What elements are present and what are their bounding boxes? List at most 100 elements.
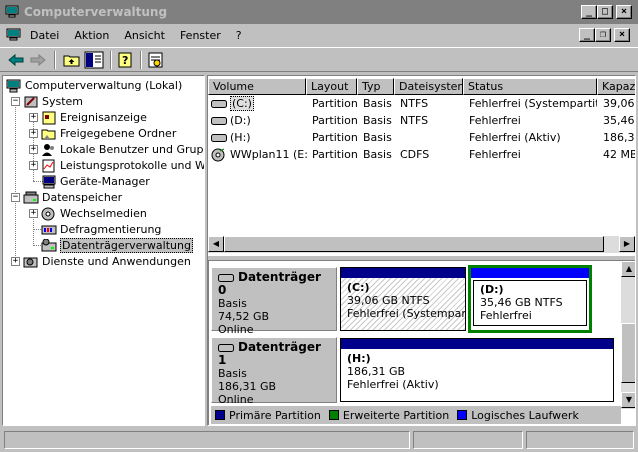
title-bar[interactable]: Computerverwaltung _ □ ×	[0, 0, 638, 24]
partition-size: 39,06 GB NTFS	[347, 294, 430, 307]
doc-close-button[interactable]: ×	[614, 28, 630, 42]
tree-expand-shared-folders[interactable]: +	[29, 129, 38, 138]
scroll-down-icon[interactable]: ▼	[621, 392, 635, 408]
minimize-button[interactable]: _	[581, 5, 597, 19]
column-header-volume[interactable]: Volume	[208, 78, 306, 95]
back-arrow-icon[interactable]	[6, 51, 26, 69]
table-row[interactable]: (H:) Partition Basis Fehlerfrei (Aktiv) …	[208, 129, 635, 146]
tree-item-services-applications[interactable]: Dienste und Anwendungen	[23, 254, 191, 270]
partition-h[interactable]: (H:) 186,31 GB Fehlerfrei (Aktiv)	[340, 338, 614, 402]
tree-expand-performance-logs[interactable]: +	[29, 161, 38, 170]
primary-partition-bar	[341, 339, 613, 349]
column-header-layout[interactable]: Layout	[306, 78, 357, 95]
removable-media-icon	[41, 207, 55, 221]
status-cell: Fehlerfrei	[469, 148, 521, 161]
tree-item-removable-media[interactable]: Wechselmedien	[41, 206, 147, 222]
forward-arrow-icon[interactable]	[28, 51, 48, 69]
tree-item-storage[interactable]: Datenspeicher	[23, 190, 122, 206]
status-cell: Fehlerfrei	[469, 114, 521, 127]
type-cell: Basis	[363, 97, 392, 110]
tree-expand-local-users[interactable]: +	[29, 145, 38, 154]
disk-state: Online	[218, 323, 254, 336]
close-button[interactable]: ×	[616, 5, 632, 19]
properties-icon[interactable]	[146, 51, 166, 69]
scroll-thumb[interactable]	[224, 236, 604, 252]
tree-collapse-storage[interactable]: −	[11, 193, 20, 202]
partition-legend: Primäre Partition Erweiterte Partition L…	[211, 406, 621, 424]
show-hide-tree-icon[interactable]	[84, 51, 104, 69]
shared-folder-icon	[41, 129, 56, 140]
services-icon	[23, 257, 38, 268]
capacity-cell: 186,31 GB	[603, 131, 635, 144]
tree-label: Defragmentierung	[60, 223, 162, 236]
scroll-up-icon[interactable]: ▲	[621, 261, 635, 277]
filesystem-cell: NTFS	[400, 114, 429, 127]
menu-fenster[interactable]: Fenster	[180, 29, 221, 42]
tree-item-performance-logs[interactable]: Leistungsprotokolle und Warnungen	[41, 158, 204, 174]
defragment-icon	[41, 225, 57, 235]
table-row[interactable]: (C:) Partition Basis NTFS Fehlerfrei (Sy…	[208, 95, 635, 112]
disk-graphic-view[interactable]: Datenträger 0 Basis 74,52 GB Online (C:)…	[208, 260, 635, 425]
tree-collapse-system[interactable]: −	[11, 97, 20, 106]
performance-logs-icon	[42, 159, 55, 173]
tree-item-local-users-groups[interactable]: Lokale Benutzer und Gruppen	[41, 142, 204, 158]
tree-item-system[interactable]: System	[23, 94, 83, 110]
tree-label: System	[42, 95, 84, 108]
disk-1-label[interactable]: Datenträger 1 Basis 186,31 GB Online	[211, 337, 337, 406]
tree-item-disk-management[interactable]: Datenträgerverwaltung	[41, 238, 193, 254]
column-header-filesystem[interactable]: Dateisystem	[394, 78, 463, 95]
disk-size: 74,52 GB	[218, 310, 270, 323]
doc-restore-button[interactable]: ❐	[595, 28, 611, 42]
tree-item-device-manager[interactable]: Geräte-Manager	[41, 174, 150, 190]
partition-c[interactable]: (C:) 39,06 GB NTFS Fehlerfrei (Systempar…	[340, 267, 466, 331]
console-tree[interactable]: Computerverwaltung (Lokal) − System + Er…	[2, 75, 205, 426]
table-row[interactable]: WWplan11 (E:) Partition Basis CDFS Fehle…	[208, 146, 635, 163]
window-title: Computerverwaltung	[24, 5, 168, 19]
svg-text:?: ?	[122, 54, 128, 67]
doc-minimize-button[interactable]: _	[579, 28, 595, 42]
vertical-scrollbar[interactable]: ▲ ▼	[621, 261, 635, 409]
menu-aktion[interactable]: Aktion	[74, 29, 109, 42]
legend-label: Primäre Partition	[229, 408, 321, 422]
horizontal-scrollbar[interactable]: ◀ ▶	[208, 236, 635, 253]
scroll-thumb[interactable]	[621, 323, 635, 383]
partition-d[interactable]: (D:) 35,46 GB NTFS Fehlerfrei	[468, 265, 592, 333]
maximize-button[interactable]: □	[597, 5, 613, 19]
partition-name: (C:)	[347, 281, 370, 294]
disk-0-label[interactable]: Datenträger 0 Basis 74,52 GB Online	[211, 267, 337, 336]
partition-status: Fehlerfrei (Aktiv)	[347, 378, 439, 391]
menu-help[interactable]: ?	[236, 29, 242, 42]
tree-expand-services[interactable]: +	[11, 257, 20, 266]
tree-item-defragmentation[interactable]: Defragmentierung	[41, 222, 161, 238]
scroll-right-icon[interactable]: ▶	[619, 236, 635, 252]
column-header-capacity[interactable]: Kapazität	[597, 78, 635, 95]
scroll-left-icon[interactable]: ◀	[208, 236, 224, 252]
menu-bar: Datei Aktion Ansicht Fenster ? _ ❐ ×	[0, 25, 638, 45]
tree-item-shared-folders[interactable]: Freigegebene Ordner	[41, 126, 176, 142]
hard-drive-icon	[211, 134, 227, 142]
disk-icon	[218, 344, 234, 352]
tree-expand-removable-media[interactable]: +	[29, 209, 38, 218]
tree-label: Geräte-Manager	[60, 175, 150, 188]
legend-label: Erweiterte Partition	[342, 408, 450, 422]
details-pane: Volume Layout Typ Dateisystem Status Kap…	[207, 75, 636, 426]
tree-item-event-viewer[interactable]: Ereignisanzeige	[41, 110, 147, 126]
tree-item-computer-management[interactable]: Computerverwaltung (Lokal)	[6, 78, 182, 94]
menu-ansicht[interactable]: Ansicht	[124, 29, 165, 42]
layout-cell: Partition	[312, 114, 358, 127]
tree-expand-event-viewer[interactable]: +	[29, 113, 38, 122]
partition-d-body: (D:) 35,46 GB NTFS Fehlerfrei	[473, 280, 587, 326]
document-window-icon[interactable]	[6, 27, 22, 43]
partition-size: 186,31 GB	[347, 365, 406, 378]
column-header-status[interactable]: Status	[463, 78, 597, 95]
legend-swatch-extended	[328, 410, 339, 420]
toolbar-separator	[110, 51, 112, 69]
menu-datei[interactable]: Datei	[30, 29, 59, 42]
up-folder-icon[interactable]	[62, 51, 82, 69]
column-header-type[interactable]: Typ	[357, 78, 394, 95]
volume-list[interactable]: Volume Layout Typ Dateisystem Status Kap…	[208, 76, 635, 256]
type-cell: Basis	[363, 114, 392, 127]
partition-status: Fehlerfrei	[480, 309, 532, 322]
table-row[interactable]: (D:) Partition Basis NTFS Fehlerfrei 35,…	[208, 112, 635, 129]
help-icon[interactable]: ?	[116, 51, 136, 69]
